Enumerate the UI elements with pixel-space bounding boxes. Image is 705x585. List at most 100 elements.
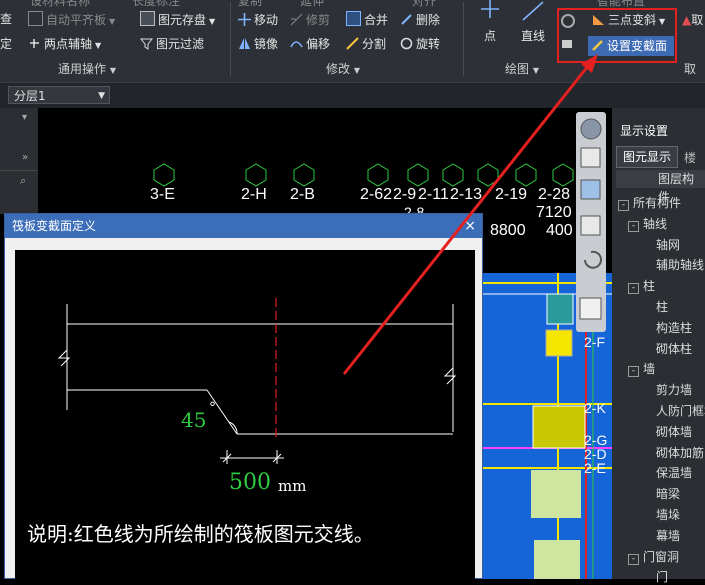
tree-item[interactable]: 剪力墙 xyxy=(656,381,692,398)
tree-item[interactable]: - 门窗洞 xyxy=(628,548,679,565)
tree-item-label: 暗梁 xyxy=(656,487,681,502)
tree-item[interactable]: 墙垛 xyxy=(656,506,680,523)
tree-item-label: 柱 xyxy=(656,300,669,314)
tree-item[interactable]: 门 xyxy=(656,568,668,585)
delete-button[interactable]: 删除 xyxy=(400,11,440,29)
tree-item[interactable]: 砌体墙 xyxy=(656,423,692,440)
layout-icon[interactable] xyxy=(579,297,602,320)
panel-divider xyxy=(0,170,38,171)
collapse-icon[interactable]: - xyxy=(628,283,639,295)
length-dim-button[interactable]: 长度标注 xyxy=(132,0,180,10)
trim-button[interactable]: 修剪 xyxy=(290,11,330,29)
column xyxy=(532,405,586,449)
align-button[interactable]: 对齐 xyxy=(412,0,436,10)
panel-title: 显示设置 xyxy=(620,124,669,138)
point-button[interactable]: 点 xyxy=(475,0,505,43)
cut-button[interactable]: ▲取 xyxy=(682,11,703,29)
axis-label: 3-E xyxy=(150,186,175,203)
tree-item[interactable]: - 轴线 xyxy=(628,215,667,232)
ribbon-left-label[interactable]: 定 xyxy=(0,35,12,53)
tree-item[interactable]: 暗梁 xyxy=(656,485,680,502)
tree-item-label: 人防门框墙 xyxy=(656,404,705,418)
group-raft-label: 取 xyxy=(684,62,697,76)
tree-item-label: 剪力墙 xyxy=(656,383,693,398)
tree-item-label: 门 xyxy=(656,570,669,585)
tree-item-label: 墙垛 xyxy=(656,508,681,522)
tree-item[interactable]: 构造柱 xyxy=(656,319,692,336)
collapse-icon[interactable]: - xyxy=(628,220,639,232)
ribbon-separator xyxy=(463,2,464,76)
merge-button[interactable]: 合并 xyxy=(346,11,388,29)
raft-section-dialog: 筏板变截面定义 × 45 ° 500 mm 说明:红色线为所绘制的筏板图元交线。 xyxy=(4,213,483,580)
element-filter-button[interactable]: 图元过滤 xyxy=(139,35,204,53)
orbit-icon[interactable] xyxy=(580,118,602,140)
axis-label: 2-9 xyxy=(393,186,417,203)
tree-item[interactable]: -墙 xyxy=(628,360,655,378)
auto-align-slab-button[interactable]: 自动平齐板 ▼ xyxy=(28,11,115,29)
tree-item[interactable]: 辅助轴线 xyxy=(656,256,704,273)
column xyxy=(546,293,574,325)
ribbon-left-label[interactable]: 查 xyxy=(0,10,12,28)
section-diagram: 45 ° 500 mm 说明:红色线为所绘制的筏板图元交线。 xyxy=(15,250,475,580)
mirror-icon xyxy=(238,37,251,50)
rotate-button[interactable]: 旋转 xyxy=(400,35,440,53)
tree-item-label: 门窗洞 xyxy=(643,549,680,564)
tree-item[interactable]: - 所有构件 xyxy=(618,194,681,211)
copy-button[interactable]: 复制 xyxy=(238,0,262,10)
group-draw-label: 绘图 ▼ xyxy=(505,62,539,76)
tree-item-label: 所有构件 xyxy=(633,196,682,210)
align-slab-icon xyxy=(28,11,43,26)
tree-item[interactable]: 轴网 xyxy=(656,236,680,253)
axis-label: 2-F xyxy=(584,334,605,350)
iso-view-icon[interactable] xyxy=(580,215,601,236)
top-view-icon[interactable] xyxy=(580,179,601,200)
offset-button[interactable]: 偏移 xyxy=(290,35,330,53)
offset-icon xyxy=(290,37,303,50)
split-button[interactable]: 分割 xyxy=(346,35,386,53)
note-text: 说明:红色线为所绘制的筏板图元交线。 xyxy=(27,522,374,546)
unit-label: mm xyxy=(278,477,307,495)
tree-item[interactable]: 柱 xyxy=(656,298,668,315)
tree-item-label: 辅助轴线 xyxy=(656,258,705,273)
3d-view-icon[interactable] xyxy=(580,147,601,168)
axis-label: 2-K xyxy=(584,400,606,416)
tree-item-label: 保温墙 xyxy=(656,466,693,481)
tree-item[interactable]: 砌体柱 xyxy=(656,340,692,357)
move-button[interactable]: 移动 xyxy=(238,11,278,29)
tree-item[interactable]: 人防门框墙 xyxy=(656,402,705,419)
save-element-icon xyxy=(140,11,155,26)
tree-item[interactable]: -柱 xyxy=(628,277,655,295)
expand-icon[interactable]: » xyxy=(22,152,28,163)
axis-label: 2-62 xyxy=(360,186,393,203)
save-element-button[interactable]: 图元存盘 ▼ xyxy=(140,11,215,29)
ribbon: 查 定 设材料名称 长度标注 自动平齐板 ▼ 图元存盘 ▼ 两点辅轴 ▼ 图元过滤 通… xyxy=(0,0,705,82)
search-icon[interactable]: ⌕ xyxy=(20,174,26,188)
angle-value: 45 xyxy=(181,408,207,432)
collapse-icon[interactable]: - xyxy=(628,553,639,565)
close-icon[interactable]: × xyxy=(464,214,476,238)
degree-symbol: ° xyxy=(209,400,216,416)
set-material-button[interactable]: 设材料名称 xyxy=(30,0,90,10)
collapse-icon[interactable]: - xyxy=(628,366,639,378)
column xyxy=(534,540,580,579)
dim-label: 7120 xyxy=(536,204,572,221)
delete-icon xyxy=(400,13,413,26)
chevron-down-icon: ▼ xyxy=(98,91,105,101)
tree-item[interactable]: 幕墙 xyxy=(656,527,680,544)
dialog-titlebar: 筏板变截面定义 × xyxy=(5,214,482,238)
tree-item[interactable]: 砌体加筋 xyxy=(656,444,704,461)
collapse-icon[interactable]: - xyxy=(618,200,629,211)
tab-element-display[interactable]: 图元显示 xyxy=(616,146,678,168)
scroll-arrow-icon[interactable]: ▾ xyxy=(22,112,27,123)
width-value: 500 xyxy=(229,470,271,495)
two-point-aux-axis-button[interactable]: 两点辅轴 ▼ xyxy=(28,35,101,53)
axis-bubbles xyxy=(153,163,574,187)
rotate-view-icon[interactable] xyxy=(584,250,602,269)
extend-button[interactable]: 延伸 xyxy=(300,0,324,10)
point-icon xyxy=(481,0,499,18)
line-button[interactable]: 直线 xyxy=(515,0,551,43)
tree-item[interactable]: 保温墙 xyxy=(656,464,692,481)
group-general-label: 通用操作 ▼ xyxy=(58,62,116,76)
layer-select[interactable]: 分层1 ▼ xyxy=(8,86,110,104)
mirror-button[interactable]: 镜像 xyxy=(238,35,278,53)
